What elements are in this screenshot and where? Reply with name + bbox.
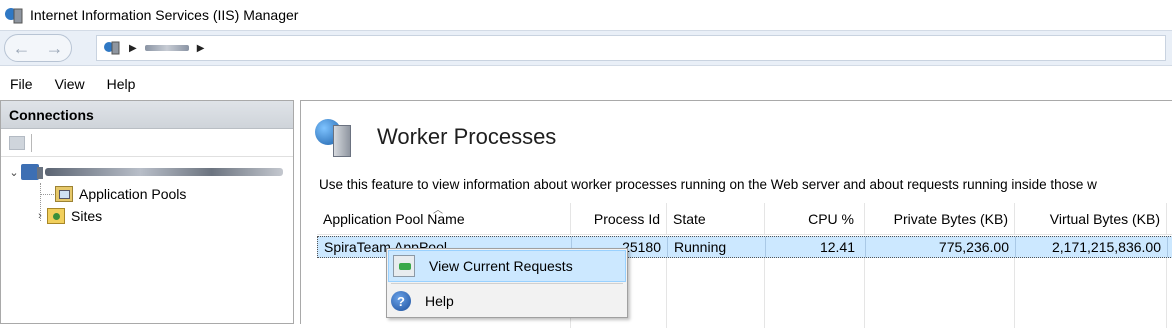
tree-label-sites: Sites xyxy=(71,208,103,224)
tree-node-sites[interactable]: › Sites xyxy=(1,205,293,227)
breadcrumb[interactable]: ▶ ▶ xyxy=(96,35,1166,61)
tree-node-server[interactable]: ⌄ xyxy=(1,161,293,183)
sites-icon xyxy=(47,208,65,224)
cell-state: Running xyxy=(668,237,766,257)
breadcrumb-arrow-icon[interactable]: ▶ xyxy=(129,43,137,54)
chevron-down-icon[interactable]: ⌄ xyxy=(7,166,21,179)
connections-header: Connections xyxy=(1,101,293,129)
breadcrumb-redacted xyxy=(144,45,189,51)
forward-icon[interactable]: → xyxy=(46,38,64,59)
feature-description: Use this feature to view information abo… xyxy=(319,177,1097,192)
server-icon xyxy=(21,164,43,180)
app-pools-icon xyxy=(55,186,73,202)
connections-pane: Connections ⌄ Application Pools › Sites xyxy=(0,100,294,324)
menu-bar: File View Help xyxy=(0,68,1172,100)
context-menu: View Current Requests ? Help xyxy=(386,248,628,318)
menu-item-help[interactable]: ? Help xyxy=(387,284,627,318)
page-title: Worker Processes xyxy=(377,124,557,149)
connections-tree: ⌄ Application Pools › Sites xyxy=(1,157,293,227)
column-header-cpu[interactable]: CPU % xyxy=(765,203,865,234)
column-header-virtual-bytes[interactable]: Virtual Bytes (KB) xyxy=(1015,203,1167,234)
column-header-app-pool[interactable]: ︿ Application Pool Name xyxy=(317,203,571,234)
toolbar-separator xyxy=(31,133,32,152)
menu-view[interactable]: View xyxy=(55,76,85,92)
breadcrumb-arrow-icon[interactable]: ▶ xyxy=(197,43,205,54)
menu-help[interactable]: Help xyxy=(107,76,136,92)
menu-item-label: View Current Requests xyxy=(429,258,573,274)
feature-header: Worker Processes xyxy=(315,115,556,159)
grid-header: ︿ Application Pool Name Process Id State… xyxy=(317,203,1172,235)
nav-buttons: ← → xyxy=(4,34,72,62)
sort-up-icon: ︿ xyxy=(433,205,443,216)
title-bar: Internet Information Services (IIS) Mana… xyxy=(0,0,1172,30)
tree-line xyxy=(40,194,54,195)
menu-file[interactable]: File xyxy=(10,76,33,92)
tree-label-app-pools: Application Pools xyxy=(79,186,187,202)
help-icon: ? xyxy=(391,291,411,311)
connect-icon[interactable] xyxy=(9,135,25,150)
menu-item-label: Help xyxy=(425,293,454,309)
menu-item-view-current-requests[interactable]: View Current Requests xyxy=(388,250,626,282)
server-name-redacted xyxy=(45,168,283,176)
window-title: Internet Information Services (IIS) Mana… xyxy=(30,7,299,23)
cell-virtual-bytes: 2,171,215,836.00 xyxy=(1016,237,1168,257)
cell-private-bytes: 775,236.00 xyxy=(866,237,1016,257)
tree-line xyxy=(40,183,41,221)
view-requests-icon xyxy=(393,255,415,277)
column-header-private-bytes[interactable]: Private Bytes (KB) xyxy=(865,203,1015,234)
column-header-process-id[interactable]: Process Id xyxy=(571,203,667,234)
cell-cpu: 12.41 xyxy=(766,237,866,257)
connections-toolbar xyxy=(1,129,293,157)
column-header-state[interactable]: State xyxy=(667,203,765,234)
iis-icon xyxy=(4,6,24,24)
address-bar: ← → ▶ ▶ xyxy=(0,30,1172,66)
worker-processes-icon xyxy=(315,115,355,159)
back-icon[interactable]: ← xyxy=(13,38,31,59)
server-icon xyxy=(103,39,121,58)
